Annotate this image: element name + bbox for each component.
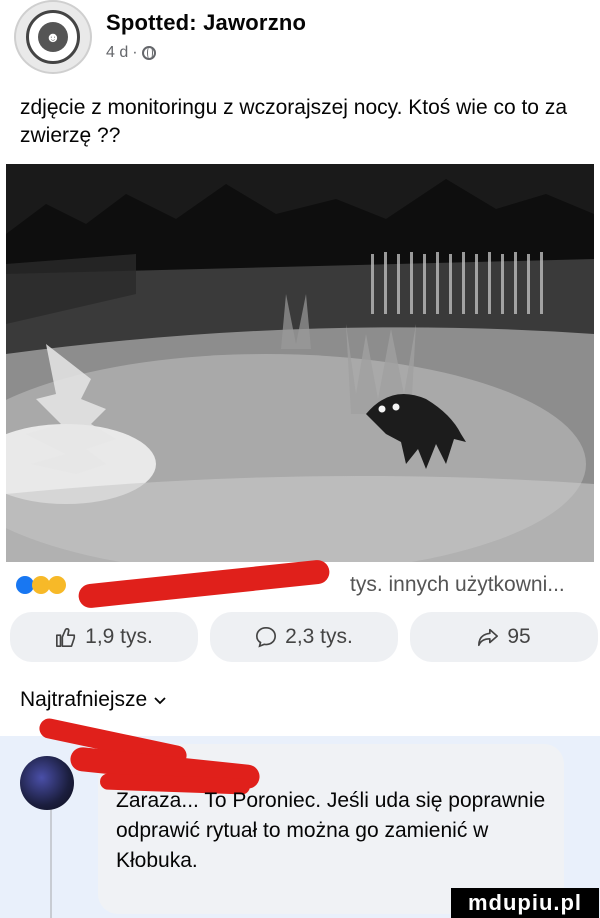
reactions-summary: tys. innych użytkowni... <box>350 573 565 597</box>
like-button[interactable]: 1,9 tys. <box>10 612 198 662</box>
night-camera-image <box>6 164 594 562</box>
watermark: mdupiu.pl <box>451 888 599 918</box>
globe-icon <box>141 46 156 60</box>
comment-bubble-icon <box>256 627 277 648</box>
meta-separator: · <box>132 44 138 61</box>
wow-reaction-icon <box>48 576 66 594</box>
reactions-summary-text: tys. innych użytkowni... <box>350 573 565 596</box>
post-meta: 4 d · <box>106 44 156 62</box>
comment-text: Zaraza... To Poroniec. Jeśli uda się pop… <box>116 789 546 872</box>
share-count: 95 <box>507 625 531 648</box>
post-photo[interactable] <box>6 164 594 562</box>
comment-count: 2,3 tys. <box>285 625 353 648</box>
commenter-avatar[interactable] <box>20 756 74 810</box>
thumbs-up-icon <box>56 628 76 647</box>
share-button[interactable]: 95 <box>410 612 598 662</box>
comment-sort[interactable]: Najtrafniejsze <box>20 688 167 712</box>
thread-line <box>50 802 52 918</box>
chevron-down-icon <box>154 697 166 705</box>
redaction-mark <box>77 558 331 610</box>
page-name[interactable]: Spotted: Jaworzno <box>106 10 306 36</box>
page-avatar[interactable]: ☻ <box>14 0 92 74</box>
reactions-row[interactable]: tys. innych użytkowni... <box>0 558 600 610</box>
post-text: zdjęcie z monitoringu z wczorajszej nocy… <box>20 96 568 147</box>
post-header: ☻ Spotted: Jaworzno 4 d · <box>0 0 600 80</box>
post-time[interactable]: 4 d <box>106 44 128 62</box>
comment-button[interactable]: 2,3 tys. <box>210 612 398 662</box>
share-arrow-icon <box>478 628 499 647</box>
like-count: 1,9 tys. <box>85 625 153 648</box>
people-icon: ☻ <box>38 22 68 52</box>
sort-label: Najtrafniejsze <box>20 688 148 711</box>
